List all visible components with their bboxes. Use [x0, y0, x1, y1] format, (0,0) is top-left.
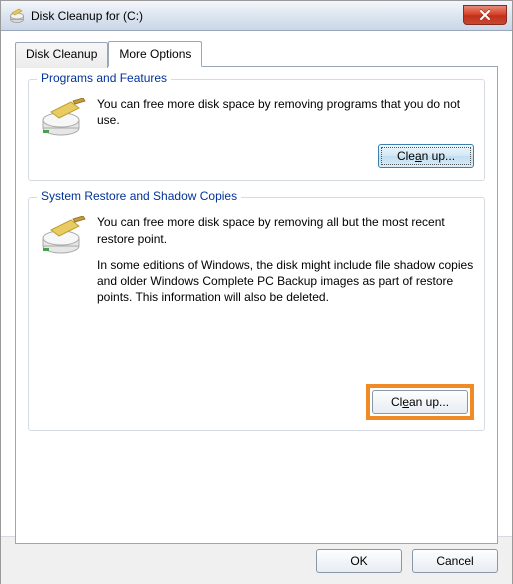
broom-disk-icon — [39, 98, 87, 138]
close-button[interactable] — [463, 5, 507, 25]
titlebar: Disk Cleanup for (C:) — [1, 1, 512, 31]
highlight-annotation: Clean up... — [366, 384, 474, 420]
group-programs-text: You can free more disk space by removing… — [97, 96, 474, 138]
group-restore-legend: System Restore and Shadow Copies — [37, 189, 241, 203]
restore-description-1: You can free more disk space by removing… — [97, 214, 474, 246]
cancel-button[interactable]: Cancel — [412, 549, 498, 573]
tab-more-options[interactable]: More Options — [108, 41, 202, 67]
tabpanel-more-options: Programs and Features You can free more … — [15, 66, 498, 544]
tabstrip: Disk Cleanup More Options — [15, 41, 498, 67]
close-icon — [480, 10, 490, 20]
restore-description-2: In some editions of Windows, the disk mi… — [97, 257, 474, 306]
ok-button[interactable]: OK — [316, 549, 402, 573]
group-restore-text: You can free more disk space by removing… — [97, 214, 474, 315]
group-system-restore: System Restore and Shadow Copies You can… — [28, 197, 485, 431]
programs-description: You can free more disk space by removing… — [97, 96, 474, 128]
dialog-body: Disk Cleanup More Options Programs and F… — [1, 31, 512, 536]
window-title: Disk Cleanup for (C:) — [31, 9, 143, 23]
cleanup-programs-button[interactable]: Clean up... — [378, 144, 474, 168]
broom-disk-icon — [39, 216, 87, 256]
tab-disk-cleanup[interactable]: Disk Cleanup — [15, 42, 108, 68]
disk-cleanup-icon — [9, 8, 25, 24]
group-programs-features: Programs and Features You can free more … — [28, 79, 485, 181]
group-programs-legend: Programs and Features — [37, 71, 171, 85]
cleanup-restore-button[interactable]: Clean up... — [372, 390, 468, 414]
